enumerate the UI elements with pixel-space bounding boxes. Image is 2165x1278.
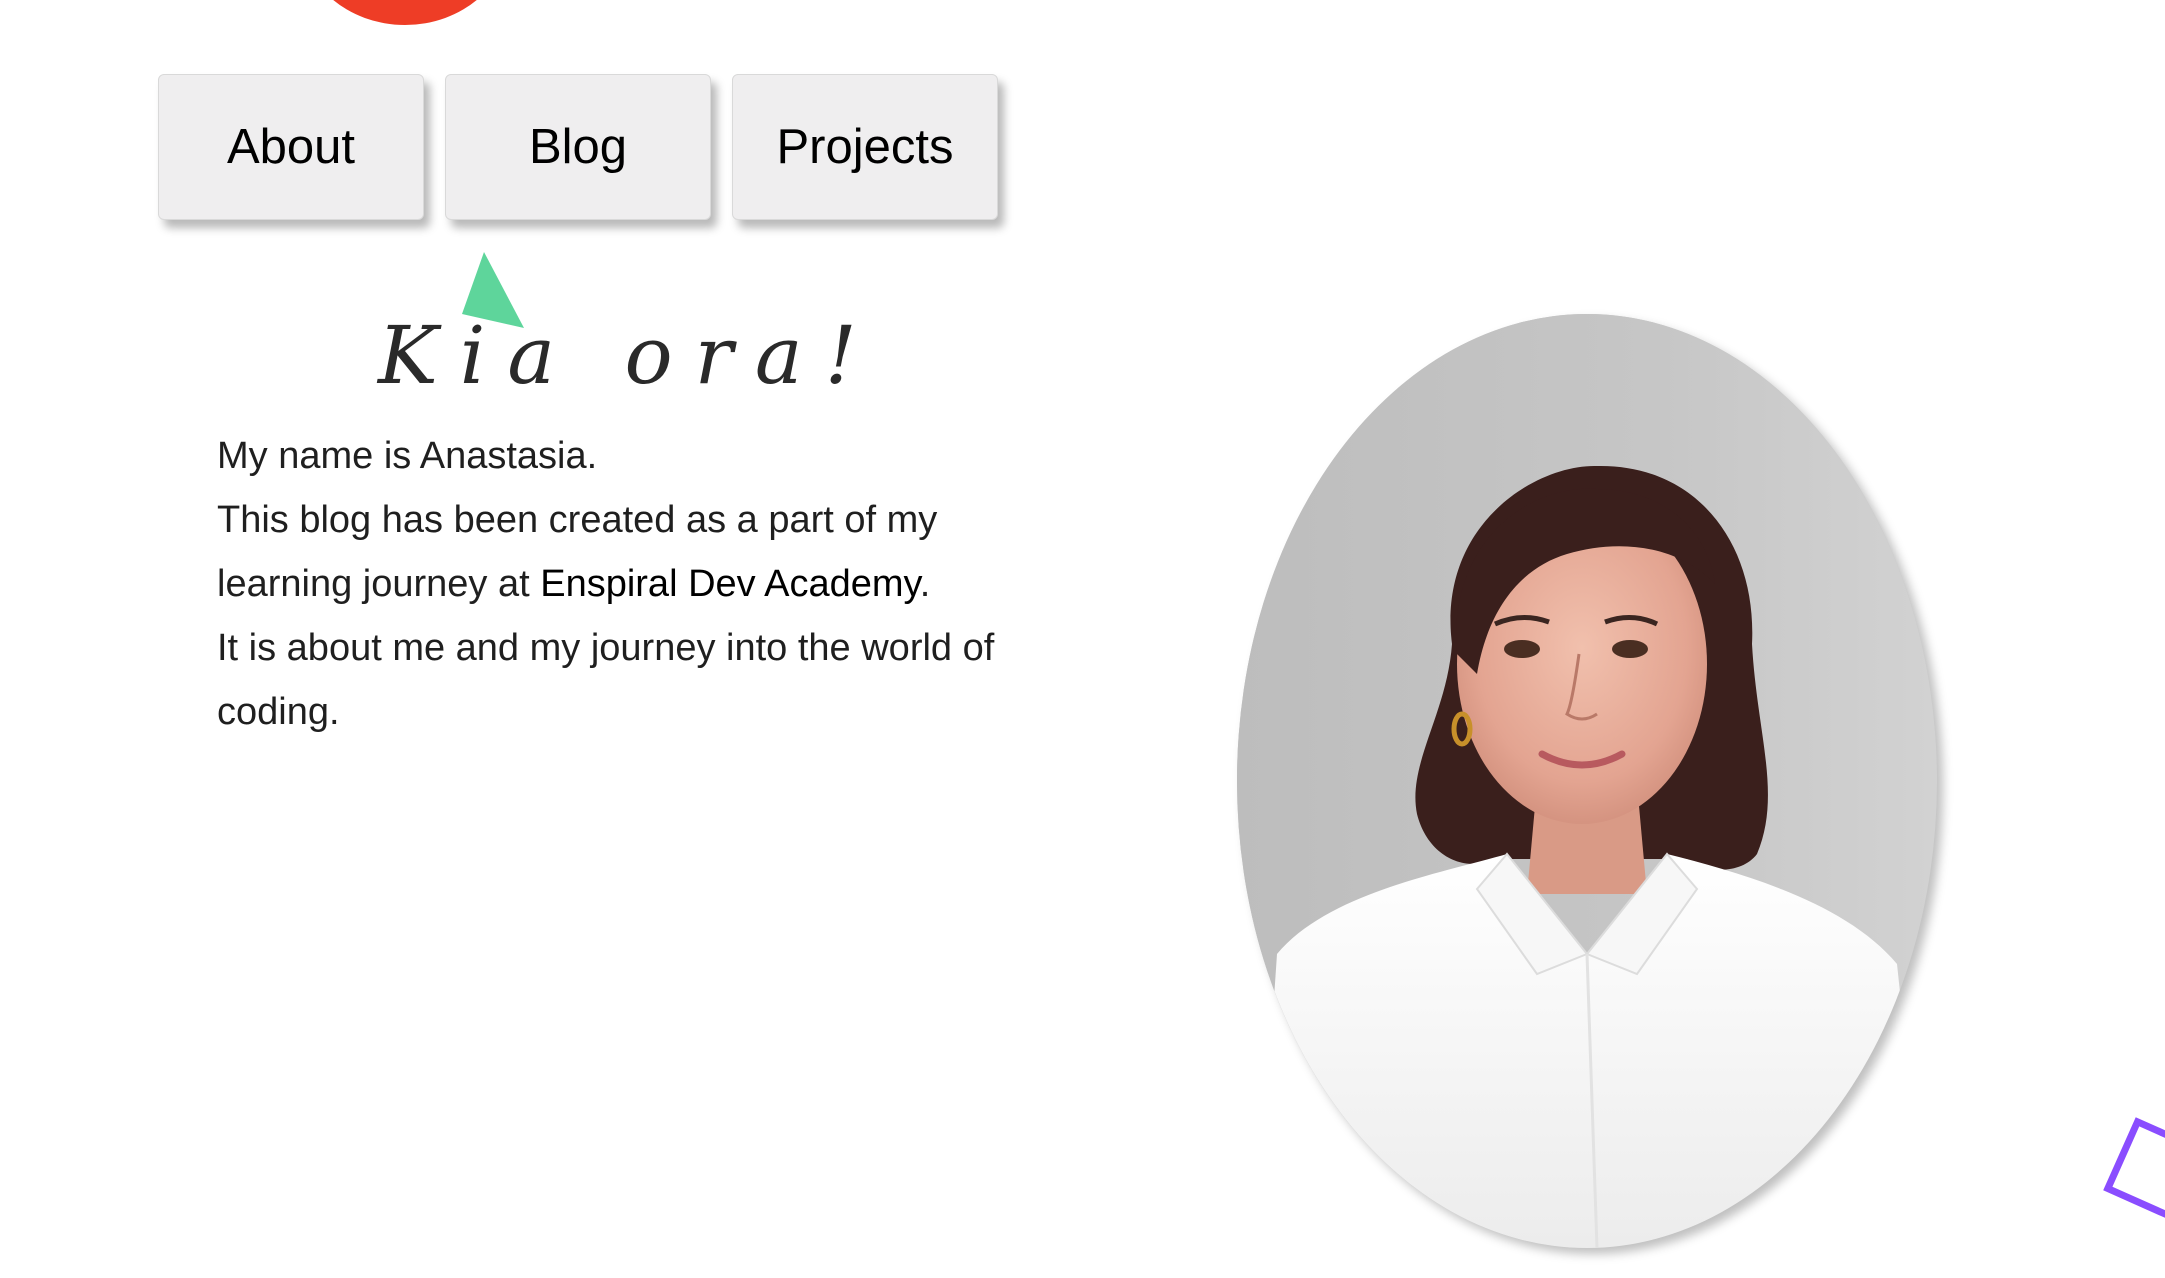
right-eye — [1612, 640, 1648, 658]
nav-about-button[interactable]: About — [158, 74, 424, 220]
main-nav: About Blog Projects — [158, 74, 998, 220]
profile-photo — [1237, 314, 1937, 1248]
nav-projects-button[interactable]: Projects — [732, 74, 998, 220]
intro-line-blog: This blog has been created as a part of … — [217, 488, 1017, 616]
intro-blog-period: . — [919, 563, 931, 605]
intro-line-journey: It is about me and my journey into the w… — [217, 627, 995, 733]
intro-text: My name is Anastasia. This blog has been… — [217, 424, 1017, 744]
decorative-red-circle — [300, 0, 510, 25]
intro-line-name: My name is Anastasia. — [217, 435, 598, 477]
greeting-heading: Kia ora! — [378, 309, 879, 402]
left-eye — [1504, 640, 1540, 658]
portrait-illustration — [1237, 314, 1937, 1248]
decorative-purple-square — [2103, 1117, 2165, 1223]
enspiral-dev-academy-link[interactable]: Enspiral Dev Academy — [540, 563, 919, 605]
page: About Blog Projects Kia ora! My name is … — [0, 0, 2165, 1278]
nav-blog-button[interactable]: Blog — [445, 74, 711, 220]
